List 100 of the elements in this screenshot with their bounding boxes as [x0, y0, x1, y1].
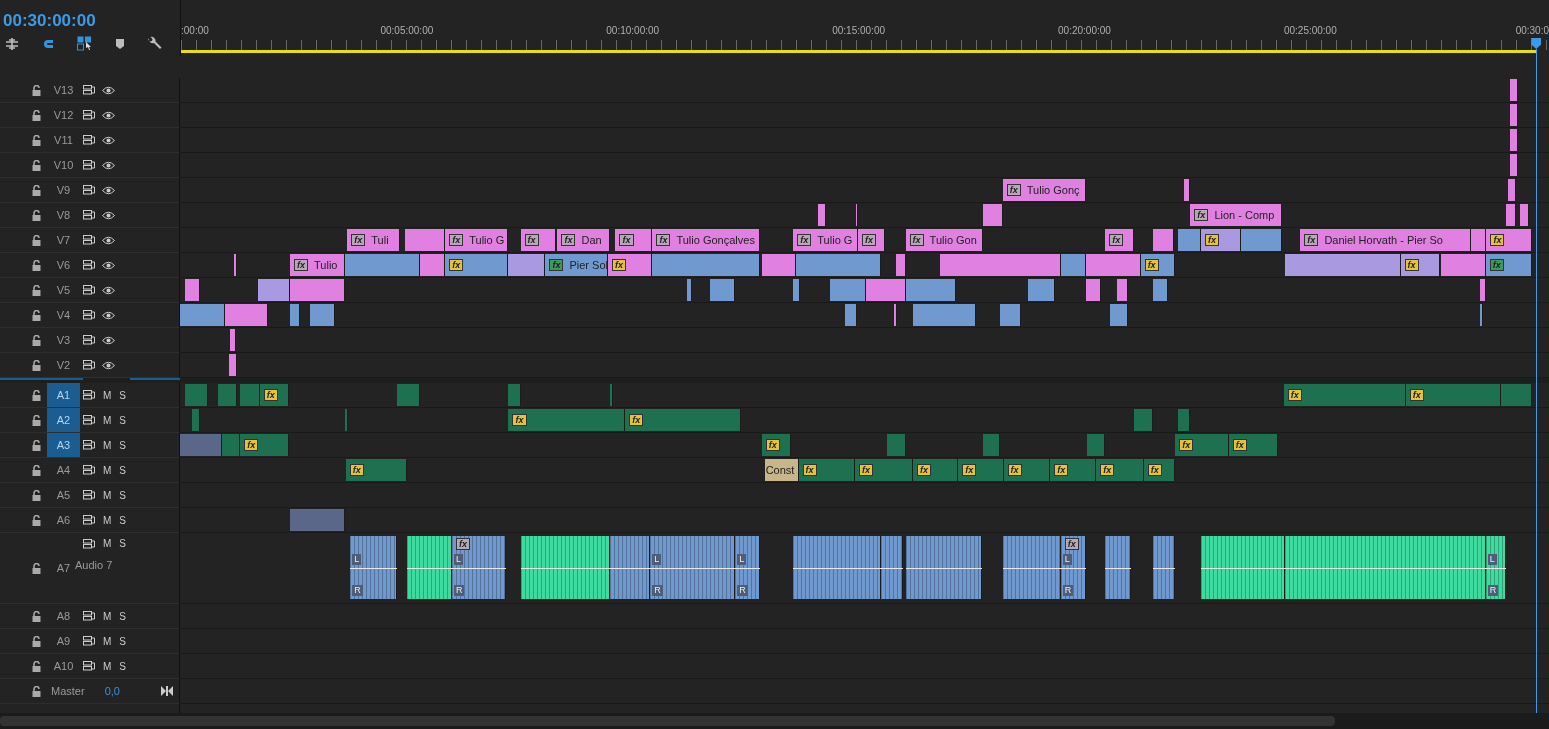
lock-icon[interactable] — [32, 209, 41, 221]
horizontal-scrollbar[interactable] — [0, 713, 1549, 729]
video-clip[interactable] — [865, 279, 906, 301]
video-clip[interactable]: fx Tulio G — [793, 229, 859, 251]
video-clip[interactable] — [1440, 254, 1486, 276]
video-clip[interactable] — [652, 254, 761, 276]
track-name[interactable]: V8 — [47, 203, 80, 227]
eye-icon[interactable] — [102, 185, 115, 195]
audio-clip[interactable]: fx — [1003, 459, 1051, 481]
volume-value[interactable]: 0,0 — [104, 685, 120, 697]
audio-clip[interactable] — [290, 509, 345, 531]
audio-clip[interactable]: fx L R — [452, 536, 507, 599]
track-name[interactable]: V2 — [47, 353, 80, 377]
track-toggle[interactable]: S — [119, 660, 126, 672]
eye-icon[interactable] — [102, 335, 115, 345]
lock-icon[interactable] — [32, 234, 41, 246]
audio-clip[interactable]: fx — [958, 459, 1004, 481]
sync-lock-icon[interactable] — [83, 285, 95, 295]
lock-icon[interactable] — [32, 159, 41, 171]
video-clip[interactable]: fx Lion - Comp — [1190, 204, 1283, 226]
track-toggle[interactable]: S — [119, 635, 126, 647]
track-toggle[interactable]: M — [103, 464, 112, 476]
audio-clip[interactable]: fx — [240, 434, 290, 456]
video-clip[interactable] — [1117, 279, 1128, 301]
video-clip[interactable]: fx — [1486, 229, 1533, 251]
sync-lock-icon[interactable] — [83, 415, 95, 425]
fx-badge[interactable]: fx — [802, 464, 817, 476]
video-clip[interactable] — [1060, 254, 1086, 276]
fx-badge[interactable]: fx — [1194, 209, 1209, 221]
fx-badge[interactable]: fx — [1204, 234, 1219, 246]
audio-clip[interactable]: fx — [1283, 384, 1406, 406]
lock-icon[interactable] — [32, 359, 41, 371]
video-clip[interactable] — [983, 204, 1003, 226]
fx-badge[interactable]: fx — [1144, 259, 1159, 271]
lock-icon[interactable] — [32, 464, 41, 476]
audio-clip[interactable]: L R — [1485, 536, 1507, 599]
time-ruler[interactable]: :00:00 00:05:00:00 00:10:00:00 00:15:00:00 00:20:00:00 00:25:00:00 00:30:0 — [180, 0, 1549, 56]
video-clip[interactable] — [1153, 229, 1174, 251]
lock-icon[interactable] — [32, 84, 41, 96]
video-clip[interactable] — [1000, 304, 1021, 326]
video-clip[interactable] — [913, 304, 976, 326]
lock-icon[interactable] — [32, 309, 41, 321]
video-clip[interactable] — [1509, 129, 1519, 151]
sync-lock-icon[interactable] — [83, 160, 95, 170]
lock-icon[interactable] — [32, 660, 41, 672]
fx-badge[interactable]: fx — [1109, 234, 1124, 246]
sync-lock-icon[interactable] — [83, 636, 95, 646]
fx-badge[interactable]: fx — [1404, 259, 1419, 271]
video-clip[interactable] — [290, 304, 300, 326]
audio-clip[interactable]: L R — [350, 536, 397, 599]
audio-clip[interactable] — [880, 536, 904, 599]
fx-badge[interactable]: fx — [962, 464, 977, 476]
track-name[interactable]: A5 — [47, 483, 80, 507]
audio-clip[interactable] — [397, 384, 421, 406]
video-clip[interactable] — [1480, 279, 1487, 301]
sync-lock-icon[interactable] — [83, 85, 95, 95]
video-clip[interactable] — [1240, 229, 1283, 251]
video-clip[interactable] — [830, 279, 866, 301]
video-clip[interactable]: fx — [607, 254, 653, 276]
fx-badge[interactable]: fx — [524, 234, 539, 246]
sync-lock-icon[interactable] — [83, 360, 95, 370]
eye-icon[interactable] — [102, 160, 115, 170]
audio-clip[interactable] — [905, 536, 983, 599]
fx-badge[interactable]: fx — [294, 259, 308, 271]
video-clip[interactable]: fx Tulio Gon — [905, 229, 984, 251]
video-clip[interactable]: fx Dan — [557, 229, 611, 251]
fx-badge[interactable]: fx — [449, 234, 464, 246]
audio-clip[interactable]: L R — [735, 536, 761, 599]
audio-clip[interactable] — [1105, 536, 1131, 599]
sync-lock-icon[interactable] — [83, 210, 95, 220]
video-clip[interactable] — [180, 304, 226, 326]
video-clip[interactable] — [228, 354, 238, 376]
audio-clip[interactable] — [983, 434, 1001, 456]
video-clip[interactable] — [345, 254, 421, 276]
fx-badge[interactable]: fx — [512, 414, 527, 426]
video-clip[interactable] — [1509, 79, 1519, 101]
video-clip[interactable] — [1480, 304, 1483, 326]
track-name[interactable]: A10 — [47, 654, 80, 678]
audio-clip[interactable] — [222, 434, 241, 456]
lock-icon[interactable] — [32, 514, 41, 526]
audio-clip[interactable] — [345, 409, 348, 431]
video-clip[interactable] — [405, 229, 446, 251]
video-clip[interactable] — [1028, 279, 1056, 301]
insert-icon[interactable] — [5, 36, 19, 51]
lock-icon[interactable] — [32, 414, 41, 426]
fx-badge[interactable]: fx — [1179, 439, 1194, 451]
video-clip[interactable] — [1285, 254, 1401, 276]
track-toggle[interactable]: M — [103, 610, 112, 622]
video-clip[interactable] — [710, 279, 736, 301]
sync-lock-icon[interactable] — [83, 110, 95, 120]
audio-clip[interactable] — [1500, 384, 1533, 406]
sync-lock-icon[interactable] — [83, 310, 95, 320]
video-clip[interactable] — [1506, 204, 1516, 226]
audio-clip[interactable]: fx — [508, 409, 626, 431]
sync-lock-icon[interactable] — [83, 661, 95, 671]
track-toggle[interactable]: S — [119, 414, 126, 426]
video-clip[interactable] — [225, 304, 269, 326]
track-toggle[interactable]: M — [103, 514, 112, 526]
lock-icon[interactable] — [32, 610, 41, 622]
lock-icon[interactable] — [32, 685, 41, 697]
